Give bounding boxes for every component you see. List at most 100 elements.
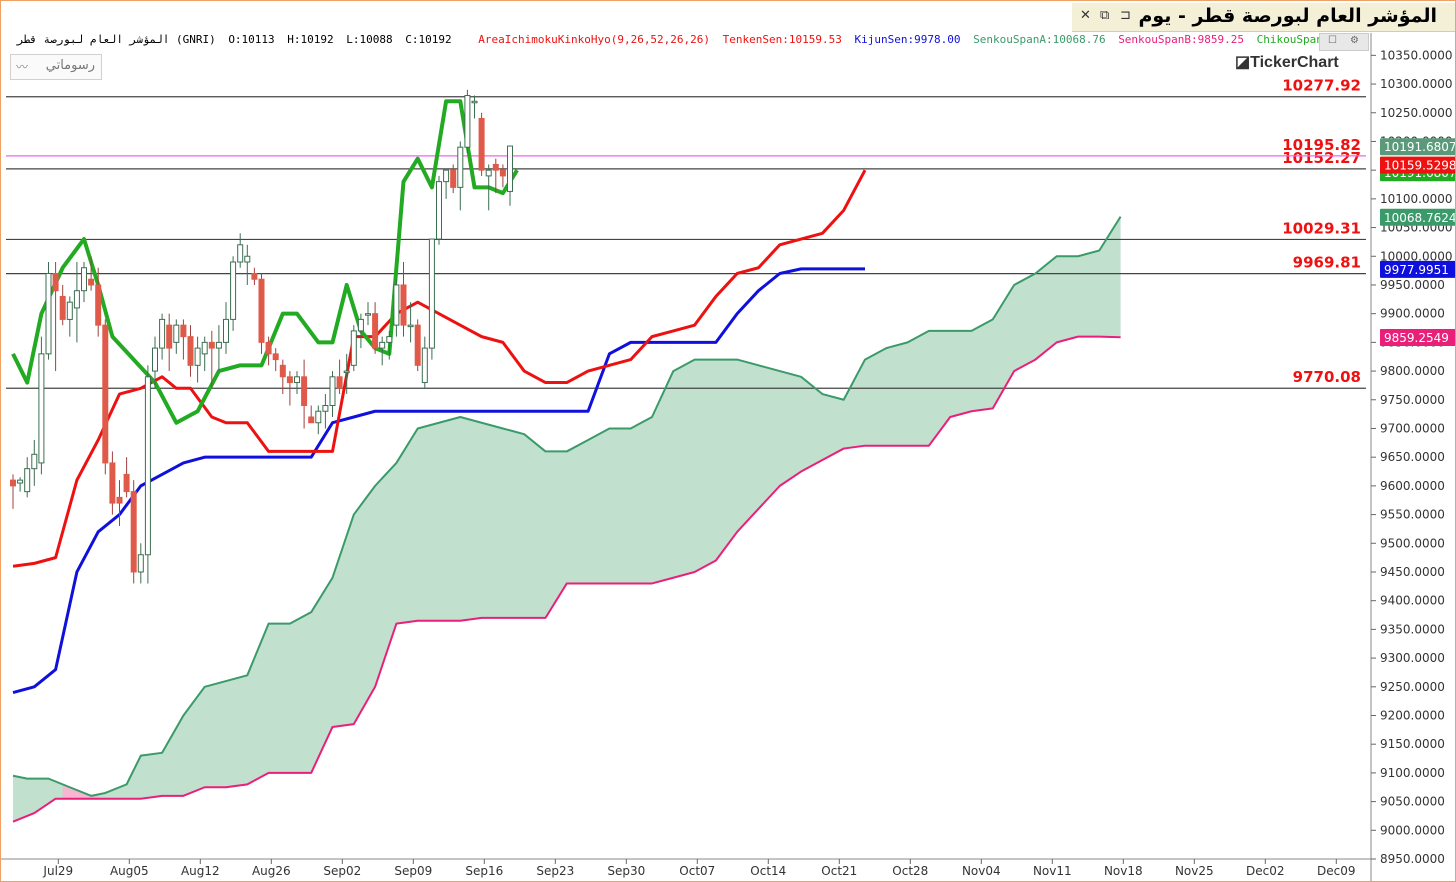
x-tick-label: Aug26: [252, 864, 291, 878]
candle-body[interactable]: [322, 405, 329, 412]
x-tick-label: Dec09: [1317, 864, 1356, 878]
candle-body[interactable]: [365, 313, 371, 316]
candle-body[interactable]: [357, 318, 364, 332]
candle-body[interactable]: [272, 353, 279, 361]
candle-body[interactable]: [201, 341, 208, 355]
candle-body[interactable]: [421, 347, 428, 384]
y-tick-label: 9900.0000: [1380, 307, 1445, 321]
candle-body[interactable]: [88, 278, 95, 286]
candle-body[interactable]: [329, 376, 336, 407]
tenkan-sen-line: [12, 169, 867, 568]
candle-body[interactable]: [166, 324, 173, 349]
candle-body[interactable]: [45, 272, 52, 355]
candle-body[interactable]: [499, 169, 506, 177]
candle-body[interactable]: [350, 330, 357, 366]
candle-body[interactable]: [428, 238, 435, 349]
y-tick-label: 10250.0000: [1380, 106, 1453, 120]
price-tag: [1380, 329, 1455, 347]
candle-body[interactable]: [386, 336, 393, 343]
candle-body[interactable]: [144, 376, 151, 556]
candle-body[interactable]: [492, 163, 499, 171]
candle-body[interactable]: [159, 318, 166, 349]
senkou-span-a-line: [12, 216, 1122, 797]
x-tick-label: Aug05: [110, 864, 149, 878]
candle-body[interactable]: [400, 284, 407, 326]
candle-body[interactable]: [187, 336, 194, 366]
bearish-cloud-patch: [62, 784, 99, 799]
candle-body[interactable]: [443, 169, 450, 183]
candle-body[interactable]: [123, 473, 130, 493]
candle-body[interactable]: [173, 324, 180, 343]
restore-icon[interactable]: ⧉: [1100, 8, 1109, 23]
candle-body[interactable]: [315, 410, 322, 424]
candle-body[interactable]: [450, 169, 457, 188]
candle-body[interactable]: [478, 117, 485, 171]
x-tick-label: Oct14: [750, 864, 786, 878]
candle-body[interactable]: [265, 341, 272, 355]
candle-body[interactable]: [95, 284, 102, 326]
candle-body[interactable]: [301, 376, 308, 407]
candle-body[interactable]: [336, 376, 343, 389]
candle-body[interactable]: [230, 261, 237, 320]
candle-body[interactable]: [223, 318, 229, 343]
candle-body[interactable]: [308, 416, 315, 424]
candle-body[interactable]: [279, 364, 286, 378]
candle-body[interactable]: [152, 347, 158, 372]
drawings-button[interactable]: 〰 رسوماتي: [10, 54, 102, 80]
candle-body[interactable]: [24, 468, 31, 493]
price-tag: [1380, 260, 1455, 278]
candle-body[interactable]: [180, 324, 187, 338]
indicator-name[interactable]: AreaIchimokuKinkoHyo(9,26,52,26,26): [478, 33, 710, 46]
candle-body[interactable]: [244, 255, 251, 263]
detach-icon[interactable]: ⊐: [1120, 8, 1131, 23]
candle-body[interactable]: [31, 453, 38, 470]
x-tick-label: Sep16: [465, 864, 503, 878]
settings-icon[interactable]: ⚙: [1350, 35, 1359, 46]
candle-body[interactable]: [464, 95, 471, 148]
candle-body[interactable]: [66, 301, 73, 320]
candle-body[interactable]: [116, 496, 123, 504]
y-tick-label: 9950.0000: [1380, 278, 1445, 292]
y-tick-label: 9000.0000: [1380, 823, 1445, 837]
candle-body[interactable]: [407, 324, 414, 328]
candle-body[interactable]: [372, 313, 379, 349]
candle-body[interactable]: [38, 353, 45, 464]
candle-body[interactable]: [507, 145, 513, 192]
candle-body[interactable]: [286, 376, 293, 384]
close-icon[interactable]: ✕: [1080, 8, 1091, 23]
candle-body[interactable]: [237, 244, 244, 263]
candle-body[interactable]: [414, 324, 421, 366]
candle-body[interactable]: [436, 181, 442, 240]
candle-body[interactable]: [251, 272, 258, 280]
candle-body[interactable]: [137, 554, 144, 573]
candle-body[interactable]: [194, 347, 201, 366]
candle-body[interactable]: [59, 295, 66, 320]
candle-body[interactable]: [17, 479, 24, 484]
candle-body[interactable]: [379, 341, 386, 349]
price-tag-label: 10191.6807: [1384, 166, 1455, 180]
candle-body[interactable]: [485, 169, 492, 177]
candle-body[interactable]: [393, 284, 400, 326]
candle-body[interactable]: [130, 491, 137, 573]
indicator-controls[interactable]: ☐ ⚙: [1319, 33, 1369, 51]
candle-body[interactable]: [81, 267, 87, 292]
price-tag: [1380, 208, 1455, 226]
x-tick-label: Nov25: [1175, 864, 1214, 878]
candle-body[interactable]: [52, 272, 59, 292]
candle-body[interactable]: [343, 370, 350, 374]
candle-body[interactable]: [258, 278, 265, 343]
candle-body[interactable]: [457, 146, 464, 188]
candle-body[interactable]: [215, 341, 222, 349]
price-tag: [1380, 164, 1455, 182]
y-tick-label: 9800.0000: [1380, 364, 1445, 378]
candle-body[interactable]: [10, 479, 16, 487]
tenkan-value: TenkenSen:10159.53: [722, 33, 842, 46]
ichimoku-chart[interactable]: 10277.92 10152.27 10029.31 9969.81 9770.08 10…: [1, 1, 1455, 881]
candle-body[interactable]: [102, 324, 109, 464]
candle-body[interactable]: [208, 341, 215, 349]
candle-body[interactable]: [109, 462, 116, 504]
candle-body[interactable]: [294, 376, 300, 384]
candle-body[interactable]: [73, 290, 80, 309]
candle-body[interactable]: [471, 100, 478, 104]
maximize-icon[interactable]: ☐: [1328, 35, 1337, 46]
